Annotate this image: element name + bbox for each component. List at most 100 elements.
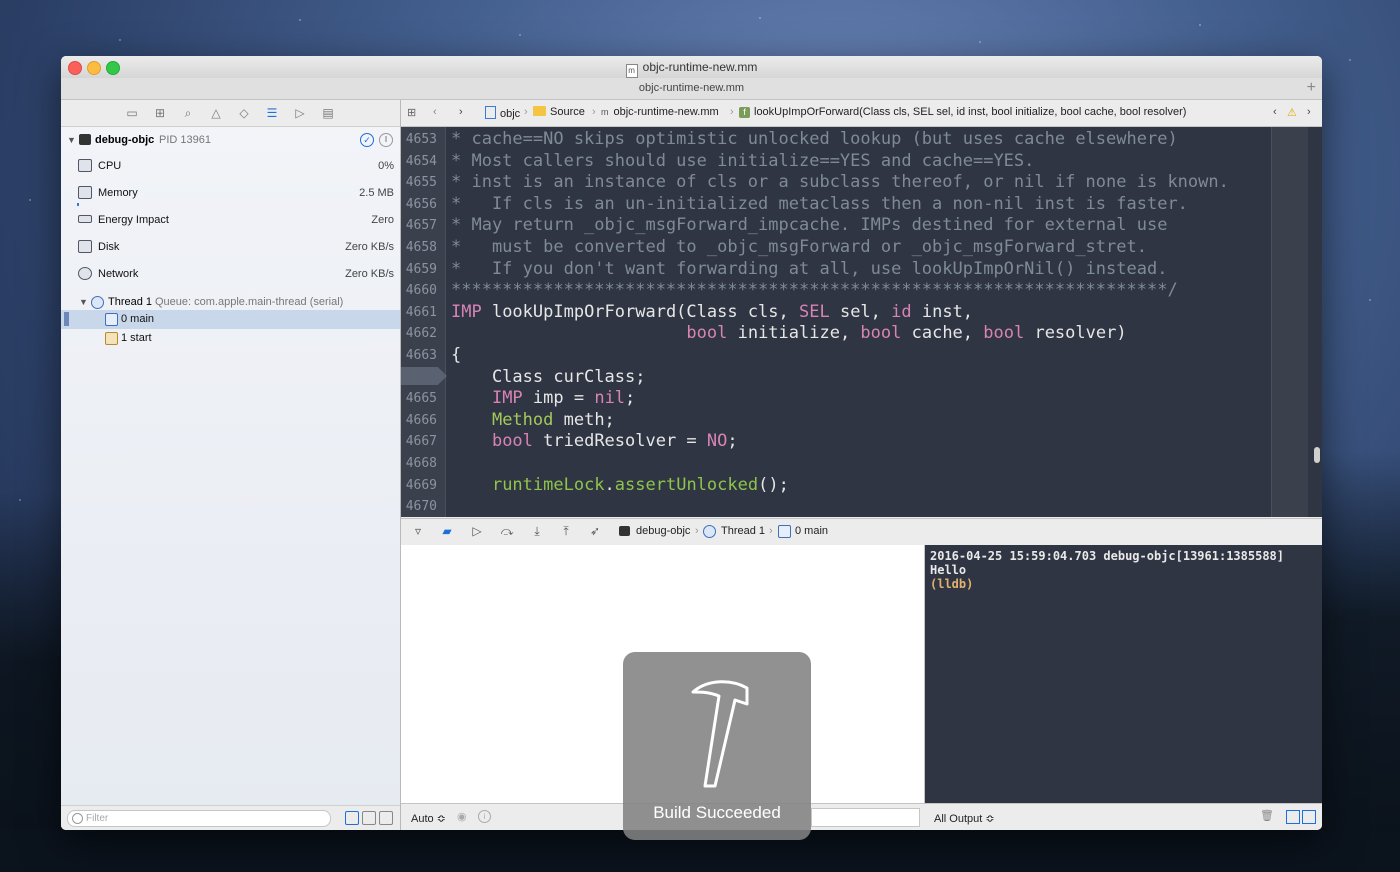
- gauge-refresh-icon[interactable]: ✓: [360, 133, 374, 147]
- code-line[interactable]: Class curClass;: [451, 367, 646, 387]
- show-console-button[interactable]: [1302, 810, 1316, 824]
- jump-project[interactable]: objc: [485, 106, 520, 120]
- step-over-icon[interactable]: ⤼: [500, 525, 514, 538]
- line-number[interactable]: 4662: [401, 326, 437, 341]
- code-line[interactable]: * May return _objc_msgForward_impcache. …: [451, 215, 1167, 235]
- info-icon[interactable]: i: [478, 810, 491, 823]
- code-line[interactable]: ****************************************…: [451, 280, 1178, 300]
- code-line[interactable]: {: [451, 345, 461, 365]
- previous-issue-icon[interactable]: ‹: [1273, 106, 1277, 118]
- symbol-icon[interactable]: ⊞: [153, 106, 167, 120]
- stack-frame-start[interactable]: 1 start: [61, 329, 400, 348]
- hide-debug-area-icon[interactable]: ▿: [411, 525, 425, 538]
- code-line[interactable]: * Most callers should use initialize==YE…: [451, 151, 1034, 171]
- search-icon[interactable]: ⌕: [181, 106, 195, 120]
- forward-arrow-icon[interactable]: ›: [459, 106, 463, 118]
- memory-icon: [78, 186, 92, 199]
- warning-icon[interactable]: ⚠: [1287, 106, 1297, 119]
- instruction-pointer-marker[interactable]: [401, 367, 447, 385]
- show-variables-button[interactable]: [1286, 810, 1300, 824]
- line-number[interactable]: 4666: [401, 413, 437, 428]
- code-line[interactable]: * cache==NO skips optimistic unlocked lo…: [451, 129, 1178, 149]
- line-number[interactable]: 4669: [401, 478, 437, 493]
- thread-row[interactable]: ▼ Thread 1 Queue: com.apple.main-thread …: [61, 293, 400, 311]
- filter-input[interactable]: Filter: [67, 810, 331, 827]
- thread-disclosure-icon[interactable]: ▼: [79, 297, 88, 307]
- breakpoints-toggle-icon[interactable]: ▰: [440, 525, 454, 538]
- quicklook-eye-icon[interactable]: ◉: [457, 810, 467, 823]
- line-number[interactable]: 4658: [401, 240, 437, 255]
- code-line[interactable]: IMP imp = nil;: [451, 388, 635, 408]
- test-icon[interactable]: ◇: [237, 106, 251, 120]
- code-line[interactable]: runtimeLock.assertUnlocked();: [451, 475, 789, 495]
- line-number[interactable]: 4665: [401, 391, 437, 406]
- gauge-energy[interactable]: Energy Impact Zero: [61, 206, 400, 233]
- folder-icon[interactable]: ▭: [125, 106, 139, 120]
- gauge-disk[interactable]: Disk Zero KB/s: [61, 233, 400, 260]
- line-number[interactable]: 4653: [401, 132, 437, 147]
- continue-icon[interactable]: ▷: [470, 525, 484, 538]
- function-icon: f: [739, 107, 750, 118]
- stack-frame-main[interactable]: 0 main: [61, 310, 400, 329]
- console-output[interactable]: 2016-04-25 15:59:04.703 debug-objc[13961…: [925, 545, 1322, 803]
- gauge-cpu[interactable]: CPU 0%: [61, 152, 400, 179]
- disclosure-open-icon[interactable]: ▼: [67, 135, 76, 145]
- console-output-popup[interactable]: All Output ≎: [934, 812, 995, 825]
- gauge-network[interactable]: Network Zero KB/s: [61, 260, 400, 287]
- line-number[interactable]: 4659: [401, 262, 437, 277]
- line-number[interactable]: 4667: [401, 434, 437, 449]
- warning-icon[interactable]: △: [209, 106, 223, 120]
- line-number[interactable]: 4661: [401, 305, 437, 320]
- step-out-icon[interactable]: ⤒: [559, 525, 573, 538]
- pause-icon[interactable]: ‖: [379, 133, 393, 147]
- line-number-gutter[interactable]: 4653 4654 4655 4656 4657 4658 4659 4660 4661 4662…: [401, 127, 446, 517]
- code-line[interactable]: * must be converted to _objc_msgForward …: [451, 237, 1147, 257]
- jump-file[interactable]: m objc-runtime-new.mm: [601, 106, 719, 118]
- jump-function[interactable]: f lookUpImpOrForward(Class cls, SEL sel, …: [739, 106, 1186, 118]
- code-line[interactable]: bool triedResolver = NO;: [451, 431, 738, 451]
- related-items-icon[interactable]: ⊞: [407, 106, 416, 119]
- line-number[interactable]: 4656: [401, 197, 437, 212]
- line-number[interactable]: 4660: [401, 283, 437, 298]
- location-icon[interactable]: ➶: [588, 525, 602, 538]
- step-into-icon[interactable]: ⤓: [530, 525, 544, 538]
- code-line[interactable]: bool initialize, bool cache, bool resolv…: [451, 323, 1126, 343]
- gauge-memory[interactable]: Memory 2.5 MB: [61, 179, 400, 206]
- source-editor[interactable]: 4653 4654 4655 4656 4657 4658 4659 4660 4661 4662…: [401, 127, 1322, 517]
- code-line[interactable]: Method meth;: [451, 410, 615, 430]
- editor-scrollbar[interactable]: [1314, 447, 1320, 463]
- line-number[interactable]: 4668: [401, 456, 437, 471]
- debug-frame[interactable]: 0 main: [795, 525, 828, 537]
- show-crashed-threads-button[interactable]: [345, 811, 359, 825]
- line-number[interactable]: 4655: [401, 175, 437, 190]
- tab-objc-runtime[interactable]: objc-runtime-new.mm: [61, 82, 1322, 94]
- debug-thread[interactable]: Thread 1: [721, 525, 765, 537]
- process-row[interactable]: ▼ debug-objc PID 13961 ✓ ‖: [61, 130, 400, 150]
- line-number[interactable]: 4663: [401, 348, 437, 363]
- code-line[interactable]: * If cls is an un-initialized metaclass …: [451, 194, 1188, 214]
- hammer-icon: [691, 680, 749, 788]
- code-line[interactable]: * inst is an instance of cls or a subcla…: [451, 172, 1229, 192]
- next-issue-icon[interactable]: ›: [1307, 106, 1311, 118]
- jump-folder[interactable]: Source: [533, 106, 585, 118]
- back-arrow-icon[interactable]: ‹: [433, 106, 437, 118]
- debug-process[interactable]: debug-objc: [636, 525, 690, 537]
- window-title: m objc-runtime-new.mm: [61, 60, 1322, 78]
- show-frames-button[interactable]: [362, 811, 376, 825]
- code-line[interactable]: IMP lookUpImpOrForward(Class cls, SEL se…: [451, 302, 973, 322]
- trash-icon[interactable]: 🗑: [1260, 809, 1274, 822]
- add-tab-icon[interactable]: +: [1307, 79, 1316, 97]
- breakpoint-icon[interactable]: ▷: [293, 106, 307, 120]
- line-number[interactable]: 4654: [401, 154, 437, 169]
- report-icon[interactable]: ▤: [321, 106, 335, 120]
- variables-filter-input[interactable]: [811, 808, 920, 827]
- line-number[interactable]: 4670: [401, 499, 437, 514]
- variables-scope-popup[interactable]: Auto ≎: [411, 812, 446, 825]
- desktop-trees-left: [0, 492, 70, 872]
- code-line[interactable]: * If you don't want forwarding at all, u…: [451, 259, 1167, 279]
- lldb-prompt[interactable]: (lldb): [930, 577, 973, 591]
- line-number[interactable]: 4657: [401, 218, 437, 233]
- debug-bar: ▿ ▰ ▷ ⤼ ⤓ ⤒ ➶ debug-objc › Thread 1 › 0 …: [401, 518, 1322, 546]
- show-queues-button[interactable]: [379, 811, 393, 825]
- debug-navigator-icon[interactable]: ☰: [265, 106, 279, 120]
